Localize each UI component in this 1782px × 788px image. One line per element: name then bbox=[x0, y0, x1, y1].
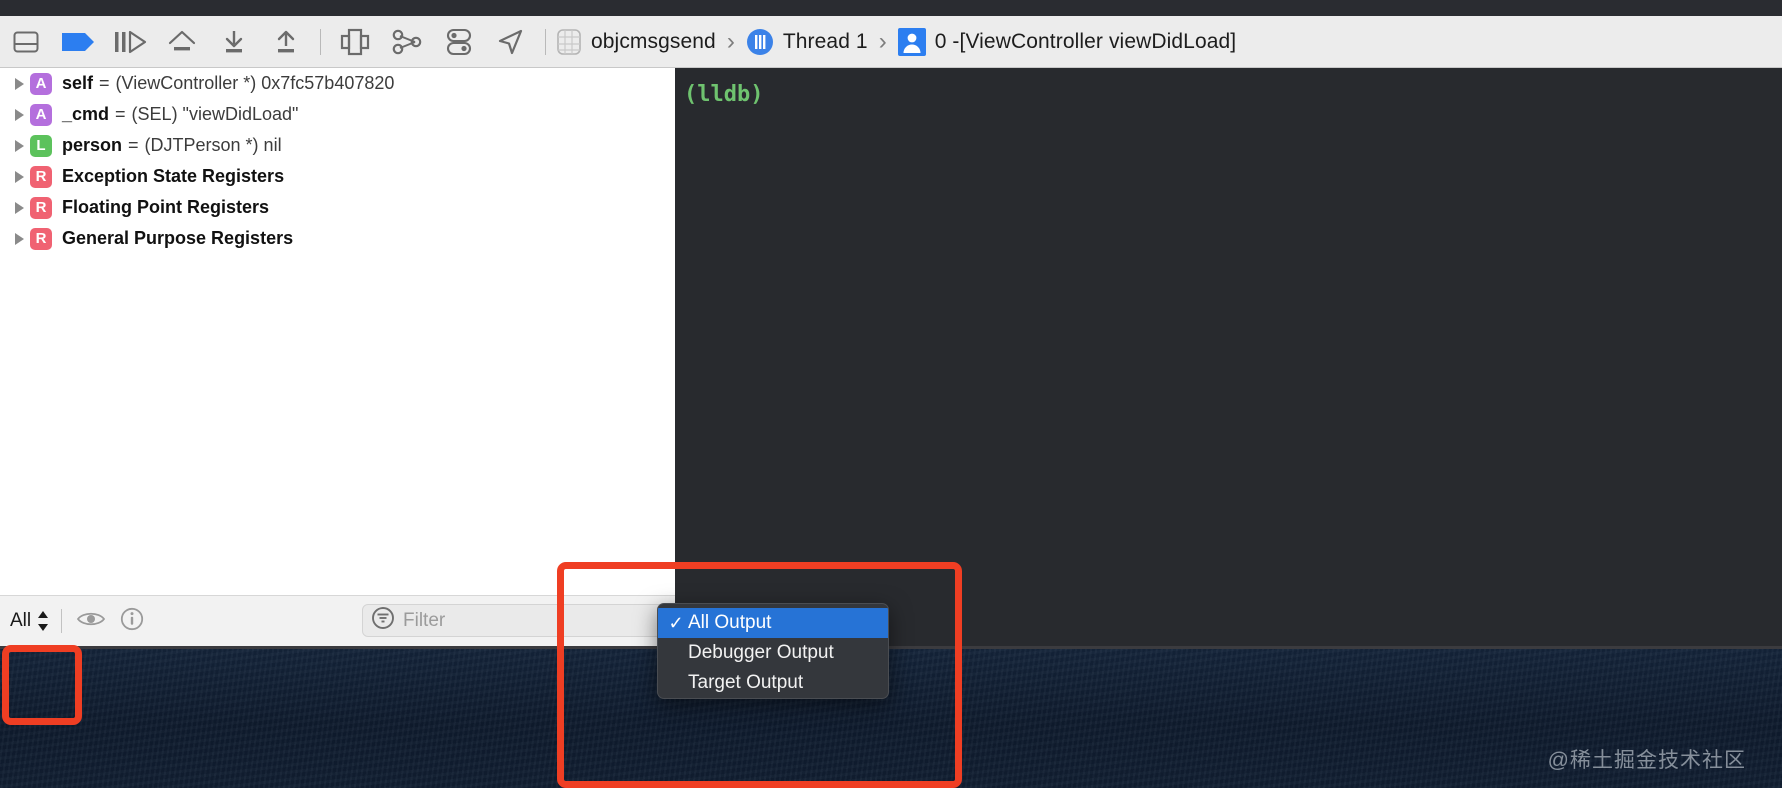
menu-item-label: All Output bbox=[688, 612, 772, 633]
variable-name: General Purpose Registers bbox=[62, 228, 294, 248]
step-out-button[interactable] bbox=[260, 16, 312, 68]
desktop-wallpaper bbox=[0, 646, 1782, 788]
variable-row-floating-point-registers[interactable]: R Floating Point Registers bbox=[0, 192, 675, 223]
check-icon: ✓ bbox=[668, 612, 684, 633]
step-over-icon bbox=[166, 29, 198, 55]
variable-scope-label: All bbox=[10, 610, 32, 631]
variable-row-person[interactable]: L person = (DJTPerson *) nil bbox=[0, 130, 675, 161]
filter-placeholder: Filter bbox=[403, 609, 446, 631]
variable-row-cmd[interactable]: A _cmd = (SEL) "viewDidLoad" bbox=[0, 99, 675, 130]
window-title-strip bbox=[0, 0, 1782, 16]
window-bottom-edge bbox=[0, 646, 1782, 649]
variable-name: _cmd bbox=[62, 104, 110, 124]
variables-view[interactable]: A self = (ViewController *) 0x7fc57b4078… bbox=[0, 68, 675, 595]
show-hide-details-button[interactable] bbox=[76, 609, 106, 634]
disclosure-triangle-icon[interactable] bbox=[8, 170, 30, 184]
hide-debug-area-icon bbox=[13, 30, 39, 54]
breadcrumb-label-thread: Thread 1 bbox=[782, 29, 868, 53]
breadcrumb-separator-1: › bbox=[726, 27, 735, 55]
watermark-text: @稀土掘金技术社区 bbox=[1547, 749, 1746, 772]
variable-name: person bbox=[62, 135, 123, 155]
memory-graph-icon bbox=[391, 29, 423, 55]
variable-value: (SEL) "viewDidLoad" bbox=[131, 104, 299, 124]
breadcrumb-item-frame[interactable]: 0 -[ViewController viewDidLoad] bbox=[896, 27, 1239, 56]
person-frame-icon bbox=[897, 27, 926, 56]
breadcrumb-separator-2: › bbox=[878, 27, 887, 55]
variable-equals: = bbox=[99, 73, 110, 93]
menu-item-debugger-output[interactable]: Debugger Output bbox=[658, 638, 888, 668]
continue-button[interactable] bbox=[104, 16, 156, 68]
variable-name: Exception State Registers bbox=[62, 166, 285, 186]
continue-icon bbox=[113, 29, 147, 55]
variable-equals: = bbox=[128, 135, 139, 155]
variable-row-self[interactable]: A self = (ViewController *) 0x7fc57b4078… bbox=[0, 68, 675, 99]
filter-icon bbox=[371, 606, 395, 635]
info-icon bbox=[120, 607, 144, 636]
menu-item-label: Target Output bbox=[688, 672, 804, 693]
variable-badge: R bbox=[30, 227, 52, 250]
eye-icon bbox=[76, 609, 106, 634]
variable-badge: R bbox=[30, 196, 52, 219]
step-out-icon bbox=[271, 29, 301, 55]
variables-filter-field[interactable]: Filter bbox=[362, 604, 677, 637]
variable-badge: A bbox=[30, 103, 52, 126]
variable-value: (ViewController *) 0x7fc57b407820 bbox=[115, 73, 395, 93]
breadcrumb-item-process[interactable]: objcmsgsend bbox=[554, 28, 718, 56]
variable-badge: R bbox=[30, 165, 52, 188]
simulate-location-button[interactable] bbox=[485, 16, 537, 68]
breadcrumb-item-thread[interactable]: Thread 1 bbox=[744, 28, 870, 56]
debug-view-hierarchy-icon bbox=[339, 28, 371, 56]
variable-badge: L bbox=[30, 134, 52, 157]
lldb-prompt: (lldb) bbox=[684, 82, 764, 107]
disclosure-triangle-icon[interactable] bbox=[8, 77, 30, 91]
variable-row-general-purpose-registers[interactable]: R General Purpose Registers bbox=[0, 223, 675, 254]
variable-equals: = bbox=[115, 104, 126, 124]
variable-scope-popup[interactable]: All bbox=[10, 610, 49, 632]
output-filter-menu[interactable]: ✓ All Output Debugger Output Target Outp… bbox=[657, 603, 889, 699]
step-over-button[interactable] bbox=[156, 16, 208, 68]
thread-icon bbox=[746, 28, 774, 56]
simulate-location-icon bbox=[496, 28, 526, 56]
variable-row-exception-state-registers[interactable]: R Exception State Registers bbox=[0, 161, 675, 192]
breakpoints-toggle-button[interactable] bbox=[52, 16, 104, 68]
menu-item-target-output[interactable]: Target Output bbox=[658, 668, 888, 698]
breadcrumb-label-process: objcmsgsend bbox=[591, 29, 716, 53]
chevron-updown-icon bbox=[37, 610, 49, 632]
bottom-bar-divider bbox=[61, 609, 63, 633]
hide-debug-area-button[interactable] bbox=[0, 16, 52, 68]
debug-toolbar: objcmsgsend › Thread 1 › 0 -[ViewControl… bbox=[0, 16, 1782, 68]
variable-name: self bbox=[62, 73, 94, 93]
debug-view-hierarchy-button[interactable] bbox=[329, 16, 381, 68]
process-grid-icon bbox=[556, 28, 582, 56]
toolbar-divider-1 bbox=[320, 28, 321, 55]
variable-info-button[interactable] bbox=[120, 607, 144, 636]
breadcrumb: objcmsgsend › Thread 1 › 0 -[ViewControl… bbox=[554, 16, 1782, 68]
disclosure-triangle-icon[interactable] bbox=[8, 201, 30, 215]
variable-name: Floating Point Registers bbox=[62, 197, 270, 217]
variable-value: (DJTPerson *) nil bbox=[144, 135, 282, 155]
disclosure-triangle-icon[interactable] bbox=[8, 232, 30, 246]
disclosure-triangle-icon[interactable] bbox=[8, 139, 30, 153]
toolbar-divider-2 bbox=[545, 28, 546, 55]
breadcrumb-label-frame: 0 -[ViewController viewDidLoad] bbox=[934, 29, 1237, 53]
step-into-icon bbox=[219, 29, 249, 55]
menu-item-all-output[interactable]: ✓ All Output bbox=[658, 608, 888, 638]
environment-overrides-icon bbox=[444, 28, 474, 56]
breakpoints-toggle-icon bbox=[61, 31, 95, 53]
disclosure-triangle-icon[interactable] bbox=[8, 108, 30, 122]
step-into-button[interactable] bbox=[208, 16, 260, 68]
menu-item-label: Debugger Output bbox=[688, 642, 834, 663]
memory-graph-button[interactable] bbox=[381, 16, 433, 68]
variable-badge: A bbox=[30, 72, 52, 95]
environment-overrides-button[interactable] bbox=[433, 16, 485, 68]
